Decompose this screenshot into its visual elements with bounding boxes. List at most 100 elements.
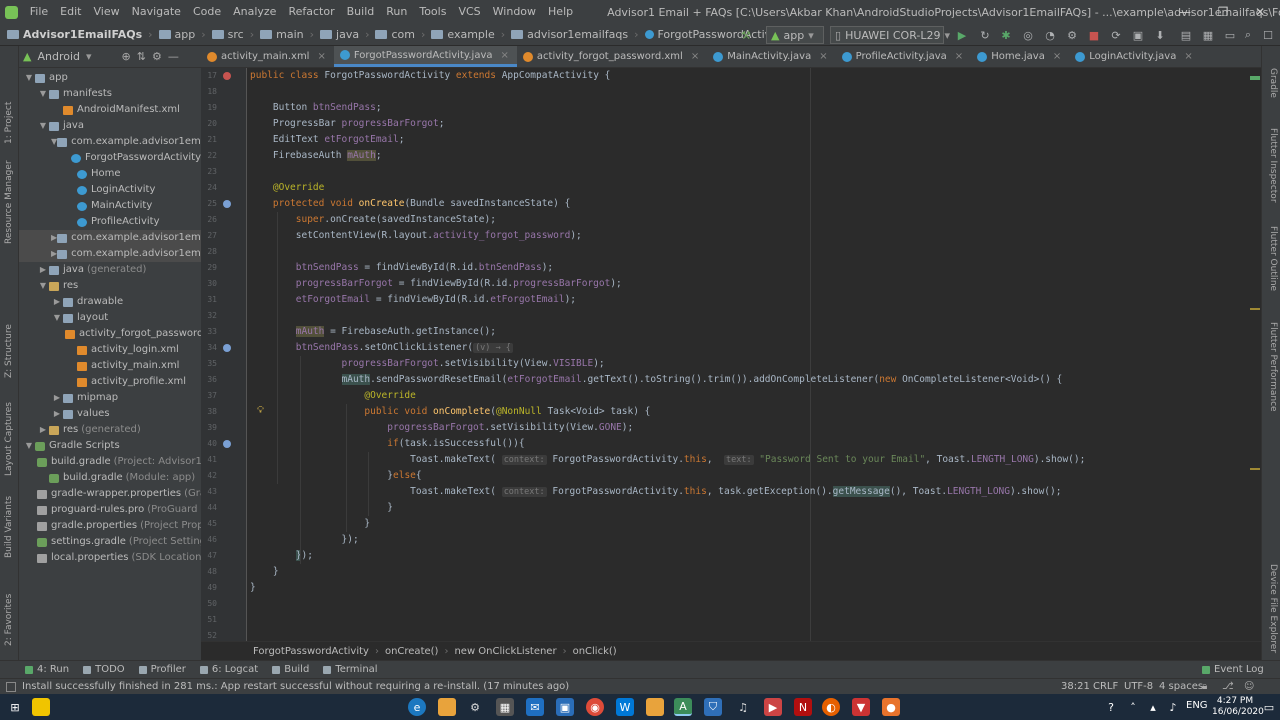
tree-item[interactable]: LoginActivity xyxy=(19,182,201,198)
expand-arrow-icon[interactable]: ▼ xyxy=(23,70,35,86)
tree-item[interactable]: ▼ app xyxy=(19,70,201,86)
search-icon[interactable]: ⌕ xyxy=(1240,27,1256,43)
tree-item[interactable]: ▼ manifests xyxy=(19,86,201,102)
nav-crumb[interactable]: Advisor1EmailFAQs › xyxy=(4,28,156,41)
close-tab-icon[interactable]: × xyxy=(819,51,827,62)
close-tab-icon[interactable]: × xyxy=(955,51,963,62)
windows-start-icon[interactable]: ⊞ xyxy=(6,698,24,716)
close-tab-icon[interactable]: × xyxy=(501,50,509,61)
system-tray-chevron-icon[interactable]: ˄ xyxy=(1124,698,1142,716)
brave-icon[interactable]: ▼ xyxy=(852,698,870,716)
tree-item[interactable]: build.gradle(Project: Advisor1 Er xyxy=(19,454,201,470)
store-icon[interactable]: ▦ xyxy=(496,698,514,716)
error-stripe-mark[interactable] xyxy=(1250,308,1260,310)
tree-item[interactable]: AndroidManifest.xml xyxy=(19,102,201,118)
expand-arrow-icon[interactable]: ▼ xyxy=(37,118,49,134)
security-icon[interactable]: ⛉ xyxy=(704,698,722,716)
tree-item[interactable]: ▶com.example.advisor1emailfa xyxy=(19,230,201,246)
editor-tab[interactable]: Home.java × xyxy=(971,46,1069,67)
tree-item[interactable]: activity_login.xml xyxy=(19,342,201,358)
tool-window-todo[interactable]: TODO xyxy=(76,664,132,675)
taskbar-clock[interactable]: 4:27 PM 16/06/2020 xyxy=(1212,696,1264,718)
tree-item[interactable]: ▶com.example.advisor1emailfa xyxy=(19,246,201,262)
layout-captures-tool-button[interactable]: Layout Captures xyxy=(4,402,14,476)
tree-item[interactable]: activity_main.xml xyxy=(19,358,201,374)
layout-inspector-icon[interactable]: ▤ xyxy=(1178,27,1194,43)
profile-icon[interactable]: ◔ xyxy=(1042,27,1058,43)
expand-arrow-icon[interactable]: ▼ xyxy=(23,438,35,454)
editor-tab[interactable]: LoginActivity.java × xyxy=(1069,46,1200,67)
code-breadcrumb-item[interactable]: ForgotPasswordActivity xyxy=(253,646,369,657)
chrome-icon[interactable]: ◉ xyxy=(586,698,604,716)
device-manager-icon[interactable]: ▭ xyxy=(1222,27,1238,43)
caret-position[interactable]: 38:21 xyxy=(1061,681,1090,692)
expand-arrow-icon[interactable]: ▼ xyxy=(37,86,49,102)
project-structure-icon[interactable]: ▦ xyxy=(1200,27,1216,43)
toggle-tool-windows-icon[interactable] xyxy=(6,681,16,692)
menu-item-refactor[interactable]: Refactor xyxy=(282,0,340,24)
maximize-button[interactable]: ❐ xyxy=(1203,0,1243,24)
collapse-arrow-icon[interactable]: ▶ xyxy=(37,262,49,278)
run-config-select[interactable]: ▲ app ▾ xyxy=(766,26,824,44)
status-message[interactable]: Install successfully finished in 281 ms.… xyxy=(22,681,569,692)
tree-item[interactable]: ▼ layout xyxy=(19,310,201,326)
locate-icon[interactable]: ⊕ xyxy=(122,50,131,63)
resource-manager-tool-button[interactable]: Resource Manager xyxy=(4,160,14,244)
menu-item-navigate[interactable]: Navigate xyxy=(126,0,187,24)
lock-icon[interactable]: 🔒︎ xyxy=(1202,681,1207,692)
collapse-arrow-icon[interactable]: ▶ xyxy=(51,406,63,422)
tree-item[interactable]: proguard-rules.pro(ProGuard Ru xyxy=(19,502,201,518)
attach-debugger-icon[interactable]: ⚙ xyxy=(1064,27,1080,43)
volume-icon[interactable]: ♪ xyxy=(1164,698,1182,716)
android-studio-taskbar-icon[interactable]: A xyxy=(674,698,692,716)
editor-tab[interactable]: activity_forgot_password.xml × xyxy=(517,46,707,67)
code-breadcrumb-item[interactable]: onCreate() xyxy=(385,646,439,657)
code-area[interactable]: public class ForgotPasswordActivity exte… xyxy=(250,68,1250,641)
stop-icon[interactable]: ■ xyxy=(1086,27,1102,43)
menu-item-code[interactable]: Code xyxy=(187,0,227,24)
tree-item[interactable]: activity_profile.xml xyxy=(19,374,201,390)
nav-crumb[interactable]: main › xyxy=(257,28,317,41)
flutter-outline-tool-button[interactable]: Flutter Outline xyxy=(1268,226,1278,291)
tree-item[interactable]: ▶ drawable xyxy=(19,294,201,310)
close-tab-icon[interactable]: × xyxy=(1184,51,1192,62)
chevron-down-icon[interactable]: ▾ xyxy=(86,50,92,63)
collapse-arrow-icon[interactable]: ▶ xyxy=(51,294,63,310)
menu-item-analyze[interactable]: Analyze xyxy=(227,0,282,24)
notifications-icon[interactable]: ▭ xyxy=(1260,698,1278,716)
project-view-select[interactable]: Android xyxy=(37,50,80,63)
expand-arrow-icon[interactable]: ▼ xyxy=(51,310,63,326)
recorder-icon[interactable]: ● xyxy=(882,698,900,716)
menu-item-vcs[interactable]: VCS xyxy=(452,0,486,24)
sync-icon[interactable]: ⟳ xyxy=(1108,27,1124,43)
run-icon[interactable]: ▶ xyxy=(954,27,970,43)
inspection-icon[interactable]: ☺ xyxy=(1244,681,1254,692)
menu-item-view[interactable]: View xyxy=(87,0,125,24)
tree-item[interactable]: ▼ res xyxy=(19,278,201,294)
tree-item[interactable]: ProfileActivity xyxy=(19,214,201,230)
menu-item-help[interactable]: Help xyxy=(542,0,579,24)
tree-item[interactable]: ▼com.example.advisor1emailfa xyxy=(19,134,201,150)
git-icon[interactable]: ⎇ xyxy=(1222,681,1234,692)
coverage-icon[interactable]: ◎ xyxy=(1020,27,1036,43)
tree-item[interactable]: gradle-wrapper.properties(Gradl xyxy=(19,486,201,502)
close-tab-icon[interactable]: × xyxy=(1053,51,1061,62)
menu-item-run[interactable]: Run xyxy=(380,0,413,24)
indent-setting[interactable]: 4 spaces xyxy=(1159,681,1203,692)
menu-item-edit[interactable]: Edit xyxy=(54,0,87,24)
file-encoding[interactable]: UTF-8 xyxy=(1124,681,1153,692)
project-tool-button[interactable]: 1: Project xyxy=(4,102,14,144)
editor-tab[interactable]: MainActivity.java × xyxy=(707,46,835,67)
sticky-notes-icon[interactable] xyxy=(32,698,50,716)
netflix-icon[interactable]: N xyxy=(794,698,812,716)
input-language[interactable]: ENG xyxy=(1186,700,1208,711)
tree-item[interactable]: ▼ java xyxy=(19,118,201,134)
code-breadcrumb-item[interactable]: onClick() xyxy=(573,646,617,657)
code-breadcrumb-item[interactable]: new OnClickListener xyxy=(454,646,556,657)
settings-icon[interactable]: ⚙ xyxy=(466,698,484,716)
override-marker-icon[interactable] xyxy=(223,344,231,352)
override-marker-icon[interactable] xyxy=(223,200,231,208)
assistant-icon[interactable]: ☐ xyxy=(1260,27,1276,43)
tree-item[interactable]: activity_forgot_password. xyxy=(19,326,201,342)
tool-window-build[interactable]: Build xyxy=(265,664,316,675)
